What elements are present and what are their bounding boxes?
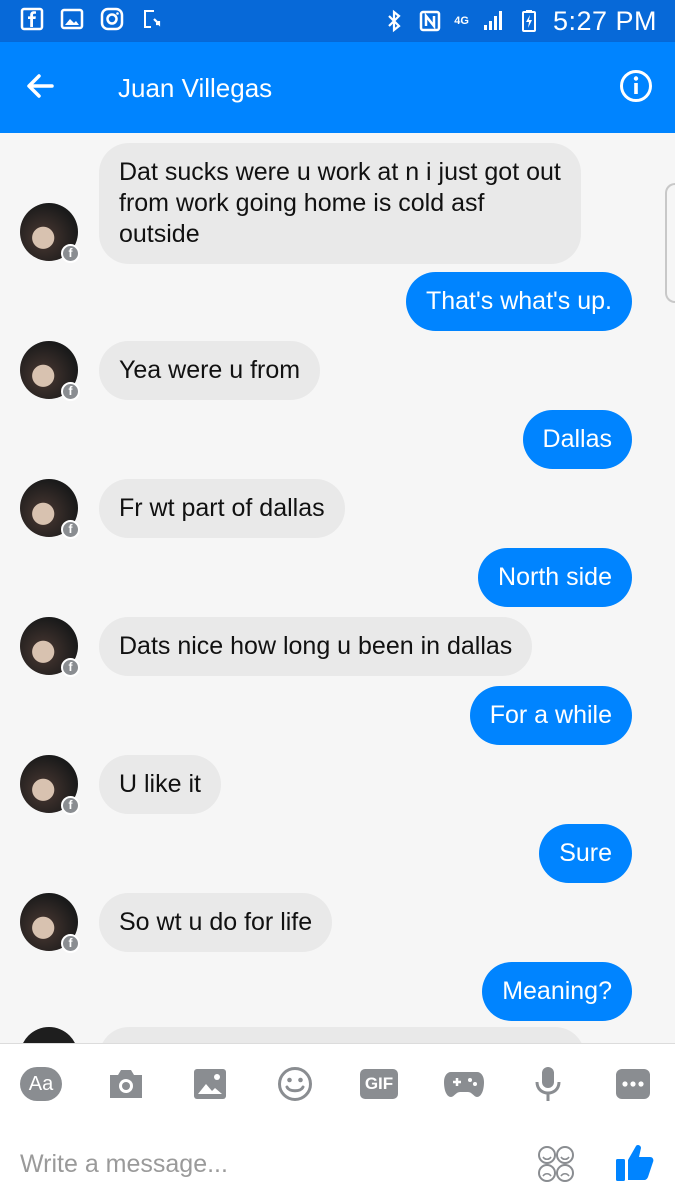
outgoing-message[interactable]: Sure	[539, 824, 632, 883]
outgoing-message[interactable]: That's what's up.	[405, 272, 632, 331]
facebook-badge-icon: f	[61, 796, 80, 815]
incoming-message-partial[interactable]	[99, 1027, 585, 1043]
status-bar: 4G 5:27 PM	[0, 0, 675, 42]
contact-avatar[interactable]: f	[20, 341, 80, 401]
status-time: 5:27 PM	[552, 5, 657, 36]
incoming-message[interactable]: Yea were u from	[99, 341, 321, 400]
network-type-label: 4G	[454, 14, 469, 27]
gallery-icon	[60, 8, 84, 30]
camera-icon[interactable]	[105, 1064, 147, 1104]
contact-avatar[interactable]: f	[20, 617, 80, 677]
battery-charging-icon	[521, 10, 536, 32]
message-input[interactable]	[20, 1144, 500, 1184]
gif-icon[interactable]: GIF	[358, 1064, 400, 1104]
contact-avatar[interactable]: f	[20, 755, 80, 815]
contact-name[interactable]: Juan Villegas	[118, 73, 272, 104]
incoming-message[interactable]: Dat sucks were u work at n i just got ou…	[99, 143, 581, 264]
signal-icon	[483, 11, 502, 30]
outgoing-message[interactable]: North side	[478, 548, 632, 607]
info-icon[interactable]	[619, 69, 653, 103]
nfc-icon	[420, 10, 441, 32]
facebook-badge-icon: f	[61, 382, 80, 401]
download-icon	[144, 10, 161, 28]
incoming-message[interactable]: Fr wt part of dallas	[99, 479, 345, 538]
facebook-badge-icon: f	[61, 658, 80, 677]
facebook-badge-icon: f	[61, 520, 80, 539]
status-left-icons	[20, 7, 164, 31]
outgoing-message[interactable]: For a while	[469, 686, 632, 745]
facebook-badge-icon: f	[61, 934, 80, 953]
image-icon[interactable]	[189, 1064, 231, 1104]
message-composer: Aa GIF	[0, 1043, 675, 1200]
more-icon[interactable]	[612, 1064, 654, 1104]
message-list[interactable]: f Dat sucks were u work at n i just got …	[0, 133, 675, 1043]
instagram-icon	[100, 7, 124, 31]
incoming-message[interactable]: So wt u do for life	[99, 893, 333, 952]
outgoing-message[interactable]: Meaning?	[482, 962, 632, 1021]
status-right-icons: 4G 5:27 PM	[382, 4, 657, 38]
conversation-header: Juan Villegas	[0, 42, 675, 133]
text-aa-label: Aa	[28, 1072, 54, 1095]
contact-avatar[interactable]: f	[20, 203, 80, 263]
back-arrow-icon[interactable]	[22, 68, 58, 104]
thumbs-up-icon[interactable]	[614, 1141, 656, 1183]
incoming-message[interactable]: U like it	[99, 755, 221, 814]
facebook-badge-icon: f	[61, 244, 80, 263]
emoji-faces-icon[interactable]	[536, 1144, 576, 1184]
emoji-icon[interactable]	[274, 1064, 316, 1104]
microphone-icon[interactable]	[527, 1064, 569, 1104]
bluetooth-icon	[388, 9, 401, 33]
contact-avatar[interactable]: f	[20, 893, 80, 953]
game-controller-icon[interactable]	[443, 1064, 485, 1104]
incoming-message[interactable]: Dats nice how long u been in dallas	[99, 617, 533, 676]
contact-avatar-partial[interactable]	[20, 1027, 78, 1043]
text-aa-icon[interactable]: Aa	[20, 1064, 62, 1104]
gif-label: GIF	[364, 1074, 394, 1093]
contact-avatar[interactable]: f	[20, 479, 80, 539]
scroll-edge-indicator	[665, 183, 675, 303]
facebook-icon	[20, 7, 44, 31]
outgoing-message[interactable]: Dallas	[522, 410, 632, 469]
